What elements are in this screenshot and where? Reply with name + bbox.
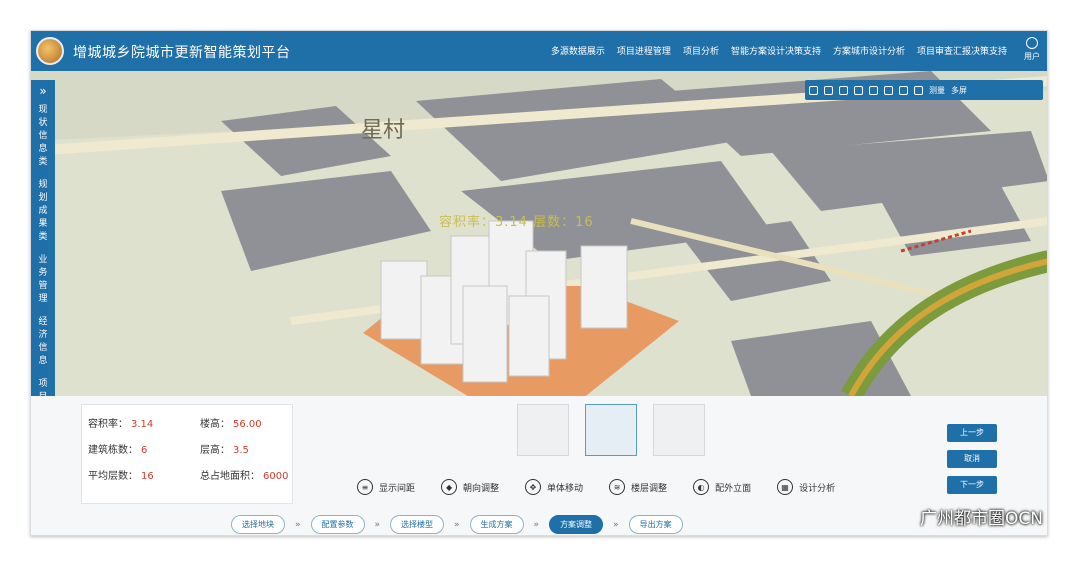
split-screen-dropdown[interactable]: 多屏	[951, 85, 967, 96]
param-floor-height: 层高： 3.5	[200, 445, 249, 456]
measure-dropdown[interactable]: 测量	[929, 85, 945, 96]
watermark: 广州都市圈OCN	[920, 509, 1043, 529]
param-height: 楼高： 56.00	[200, 419, 262, 430]
facade-icon: ◐	[693, 479, 710, 495]
leaf-icon: ◆	[441, 479, 458, 495]
action-facade[interactable]: ◐ 配外立面	[693, 479, 751, 495]
next-step-button[interactable]: 下一步	[947, 476, 997, 494]
sidebar-item[interactable]: 经济信息	[37, 316, 49, 368]
layout-option[interactable]	[585, 404, 637, 456]
user-label: 用户	[1024, 52, 1040, 61]
param-count: 建筑栋数： 6	[88, 445, 148, 456]
close-icon[interactable]	[914, 85, 923, 95]
building-icon[interactable]	[899, 85, 908, 95]
spacing-icon: ≡	[357, 479, 373, 495]
nav-item[interactable]: 多源数据展示	[551, 44, 605, 57]
step-export[interactable]: 导出方案	[628, 515, 683, 534]
step-separator-icon: »	[454, 519, 460, 530]
step-separator-icon: »	[533, 519, 540, 530]
layout-option[interactable]	[517, 404, 569, 456]
step-config-params[interactable]: 配置参数	[310, 515, 365, 534]
nav-item[interactable]: 智能方案设计决策支持	[731, 44, 821, 57]
param-area: 总占地面积： 6000	[200, 471, 289, 482]
scheme-panel: 容积率： 3.14 楼高： 56.00 建筑栋数： 6 层高： 3.5 平均层数： 16 …	[31, 396, 1047, 535]
sidebar-toggle-icon[interactable]: »	[31, 84, 55, 98]
param-avg-floors: 平均层数： 16	[88, 471, 154, 482]
top-nav: 多源数据展示 项目进程管理 项目分析 智能方案设计决策支持 方案城市设计分析 项…	[551, 44, 1007, 57]
nav-item[interactable]: 项目进程管理	[617, 44, 671, 57]
app-logo	[36, 37, 64, 65]
map-view[interactable]: 星村	[31, 71, 1047, 396]
village-label: 星村	[361, 118, 405, 143]
map-stat-label: 容积率：3.14 层数：16	[439, 215, 594, 230]
workflow-steps: 选择地块 » 配置参数 » 选择楼型 » 生成方案 » 方案调整 » 导出方案	[31, 512, 1047, 535]
side-buttons: 上一步 取消 下一步	[947, 424, 997, 502]
layers-icon: ≋	[609, 479, 626, 495]
action-floors[interactable]: ≋ 楼层调整	[609, 479, 667, 495]
layers-icon[interactable]	[869, 85, 878, 95]
location-icon[interactable]	[884, 85, 893, 95]
step-adjust[interactable]: 方案调整	[549, 515, 604, 534]
info-icon[interactable]	[824, 85, 833, 95]
app-header: 增城城乡院城市更新智能策划平台 多源数据展示 项目进程管理 项目分析 智能方案设…	[31, 31, 1047, 71]
sidebar-item[interactable]: 规划成果类	[37, 179, 49, 244]
map-toolbar: 测量 多屏	[805, 80, 1043, 100]
params-card: 容积率： 3.14 楼高： 56.00 建筑栋数： 6 层高： 3.5 平均层数： 16 …	[81, 404, 293, 504]
user-icon	[1026, 37, 1038, 49]
step-select-site[interactable]: 选择地块	[231, 515, 285, 534]
pointer-icon[interactable]	[809, 85, 818, 95]
nav-item[interactable]: 方案城市设计分析	[833, 44, 905, 57]
adjust-actions: ≡ 显示间距 ◆ 朝向调整 ✥ 单体移动 ≋ 楼层调整 ◐ 配外立面 ▦ 设计分析	[357, 479, 835, 495]
move-icon: ✥	[525, 479, 542, 495]
layout-option[interactable]	[653, 404, 705, 456]
sidebar-item[interactable]: 业务管理	[37, 254, 49, 306]
sidebar: » 现状信息类 规划成果类 业务管理 经济信息 项目	[31, 80, 55, 435]
globe-icon[interactable]	[839, 85, 848, 95]
action-analysis[interactable]: ▦ 设计分析	[777, 479, 835, 495]
nav-item[interactable]: 项目审查汇报决策支持	[917, 44, 1007, 57]
step-separator-icon: »	[374, 519, 381, 530]
delete-icon[interactable]	[854, 85, 863, 95]
sidebar-item[interactable]: 现状信息类	[37, 104, 49, 169]
layout-thumbnails	[517, 404, 705, 456]
action-orientation[interactable]: ◆ 朝向调整	[441, 479, 499, 495]
step-select-type[interactable]: 选择楼型	[390, 515, 445, 534]
step-separator-icon: »	[295, 519, 301, 530]
app-title: 增城城乡院城市更新智能策划平台	[73, 45, 291, 61]
prev-step-button[interactable]: 上一步	[947, 424, 997, 442]
param-far: 容积率： 3.14	[88, 419, 154, 430]
action-move[interactable]: ✥ 单体移动	[525, 479, 583, 495]
cancel-button[interactable]: 取消	[947, 450, 997, 468]
app-window: 增城城乡院城市更新智能策划平台 多源数据展示 项目进程管理 项目分析 智能方案设…	[30, 30, 1048, 536]
step-separator-icon: »	[613, 519, 619, 530]
nav-item[interactable]: 项目分析	[683, 44, 719, 57]
user-menu[interactable]: 用户	[1021, 37, 1043, 62]
action-spacing[interactable]: ≡ 显示间距	[357, 479, 415, 495]
step-generate[interactable]: 生成方案	[469, 515, 524, 534]
analysis-icon: ▦	[777, 479, 794, 495]
map-canvas: 星村	[31, 71, 1047, 396]
